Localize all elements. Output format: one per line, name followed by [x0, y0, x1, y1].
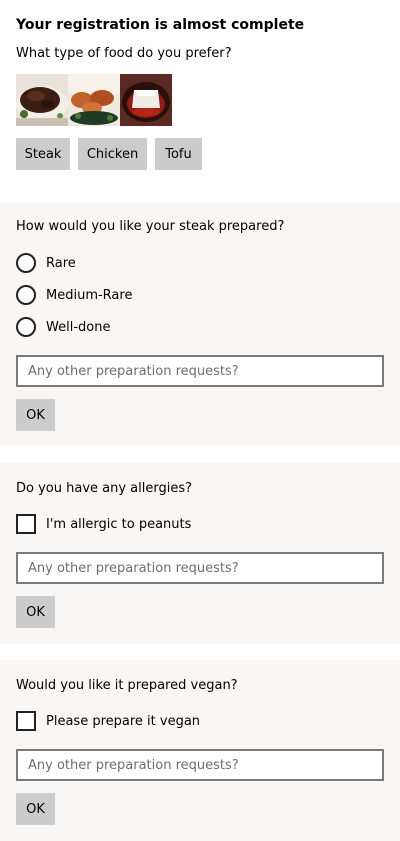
vegan-question: Would you like it prepared vegan?	[16, 678, 238, 693]
checkbox[interactable]	[16, 514, 36, 534]
checkbox-label: Please prepare it vegan	[46, 713, 201, 729]
food-preference-section: Your registration is almost complete Wha…	[0, 0, 400, 192]
page-title: Your registration is almost complete	[16, 17, 305, 33]
peanut-allergy-option[interactable]: I'm allergic to peanuts	[16, 514, 191, 534]
chicken-image	[68, 74, 120, 126]
food-option-buttons: Steak Chicken Tofu	[16, 138, 202, 170]
steak-ok-button[interactable]: OK	[16, 399, 55, 431]
radio-option-well-done[interactable]: Well-done	[16, 317, 110, 337]
steak-button[interactable]: Steak	[16, 138, 70, 170]
food-question: What type of food do you prefer?	[16, 46, 232, 61]
allergy-requests-input[interactable]	[16, 552, 384, 584]
checkbox-label: I'm allergic to peanuts	[46, 516, 192, 532]
chicken-button[interactable]: Chicken	[78, 138, 147, 170]
steak-requests-input[interactable]	[16, 355, 384, 387]
radio-option-medium-rare[interactable]: Medium-Rare	[16, 285, 132, 305]
allergy-question: Do you have any allergies?	[16, 481, 193, 496]
food-images	[16, 74, 172, 126]
radio-button[interactable]	[16, 285, 36, 305]
radio-button[interactable]	[16, 317, 36, 337]
tofu-image	[120, 74, 172, 126]
radio-label: Medium-Rare	[46, 287, 133, 303]
radio-label: Rare	[46, 255, 76, 271]
vegan-ok-button[interactable]: OK	[16, 793, 55, 825]
tofu-button[interactable]: Tofu	[155, 138, 202, 170]
radio-option-rare[interactable]: Rare	[16, 253, 76, 273]
radio-button[interactable]	[16, 253, 36, 273]
allergy-ok-button[interactable]: OK	[16, 596, 55, 628]
checkbox[interactable]	[16, 711, 36, 731]
radio-label: Well-done	[46, 319, 111, 335]
steak-question: How would you like your steak prepared?	[16, 219, 285, 234]
steak-preparation-card: How would you like your steak prepared? …	[0, 202, 400, 446]
steak-image	[16, 74, 68, 126]
vegan-card: Would you like it prepared vegan? Please…	[0, 660, 400, 841]
vegan-option[interactable]: Please prepare it vegan	[16, 711, 200, 731]
vegan-requests-input[interactable]	[16, 749, 384, 781]
allergy-card: Do you have any allergies? I'm allergic …	[0, 463, 400, 644]
